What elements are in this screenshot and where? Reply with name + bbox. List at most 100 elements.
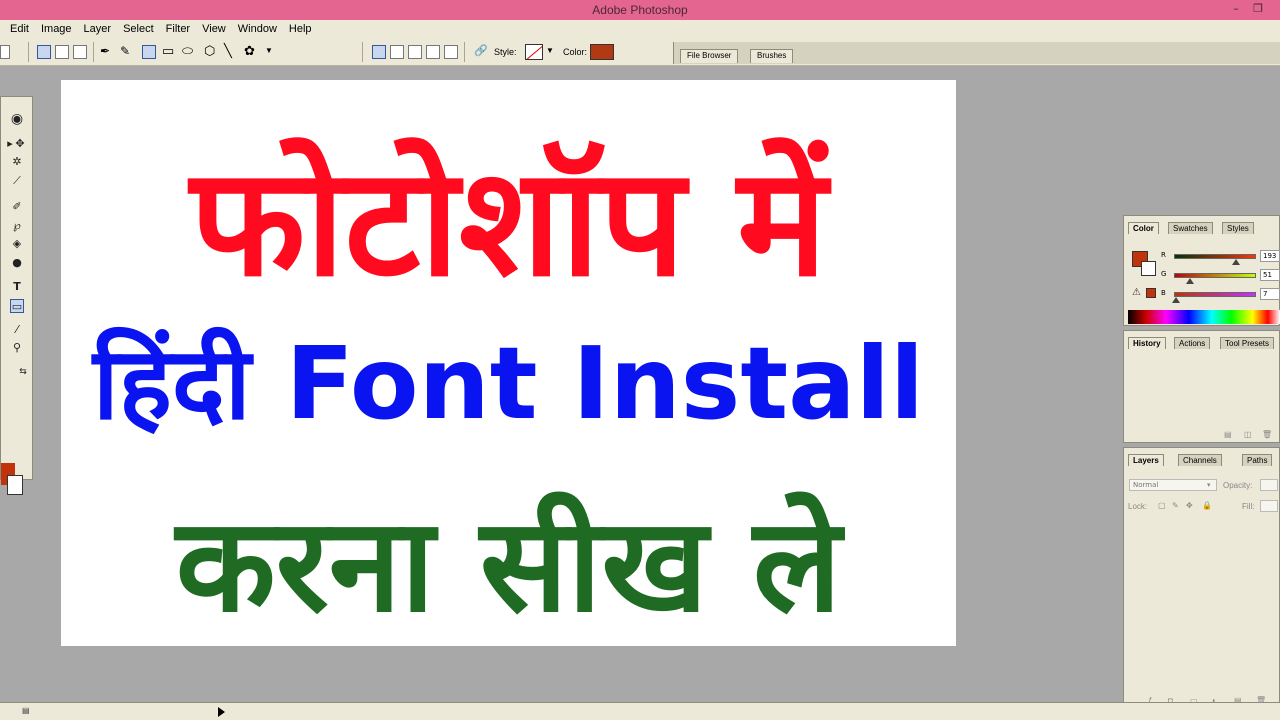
tab-channels[interactable]: Channels <box>1178 454 1222 466</box>
tool-preset-picker[interactable] <box>0 45 10 59</box>
adobe-online-icon[interactable]: ◉ <box>10 112 24 126</box>
status-menu-arrow-icon[interactable] <box>218 707 225 717</box>
history-palette: History Actions Tool Presets ▤ ◫ 🗑 <box>1123 330 1280 443</box>
custom-shape-icon[interactable]: ✿ <box>244 43 255 59</box>
history-palette-tabs: History Actions Tool Presets <box>1124 333 1280 349</box>
tab-layers[interactable]: Layers <box>1128 454 1164 466</box>
status-bar: ▤ <box>0 702 1280 720</box>
subtract-shape-icon[interactable] <box>408 45 422 59</box>
intersect-shape-icon[interactable] <box>426 45 440 59</box>
slider-thumb-icon[interactable] <box>1186 278 1195 284</box>
document-info-icon[interactable]: ▤ <box>22 706 30 715</box>
lock-image-icon[interactable]: ✎ <box>1172 501 1179 510</box>
opacity-label: Opacity: <box>1223 481 1253 490</box>
menu-filter[interactable]: Filter <box>166 23 190 35</box>
swap-colors-icon[interactable]: ⇆ <box>16 365 30 379</box>
lock-all-icon[interactable]: 🔒 <box>1202 501 1212 510</box>
slider-g[interactable]: G 51 <box>1124 269 1280 284</box>
lock-transparency-icon[interactable]: ▢ <box>1158 501 1166 510</box>
document-canvas[interactable]: फोटोशॉप में हिंदी Font Install करना सीख … <box>61 80 956 646</box>
divider <box>93 42 94 62</box>
channel-gradient-bar[interactable] <box>1174 254 1256 259</box>
freeform-pen-icon[interactable]: ✎ <box>120 44 130 58</box>
title-bar: Adobe Photoshop – ❐ <box>0 0 1280 20</box>
maximize-button[interactable]: ❐ <box>1252 3 1264 15</box>
divider <box>464 42 465 62</box>
palette-well: File Browser Brushes <box>673 42 1280 64</box>
headline-line-3: करना सीख ले <box>175 489 842 641</box>
layers-palette: Layers Channels Paths Normal ▾ Opacity: … <box>1123 447 1280 712</box>
menu-layer[interactable]: Layer <box>84 23 112 35</box>
eyedropper-icon[interactable]: ⁄ <box>10 323 24 337</box>
slider-thumb-icon[interactable] <box>1232 259 1241 265</box>
minimize-button[interactable]: – <box>1230 3 1242 15</box>
polygon-icon[interactable]: ⬡ <box>204 43 215 59</box>
type-tool-icon[interactable]: T <box>10 280 24 294</box>
add-to-shape-icon[interactable] <box>390 45 404 59</box>
menu-view[interactable]: View <box>202 23 226 35</box>
color-palette-tabs: Color Swatches Styles <box>1124 218 1280 234</box>
rectangle-shape-icon[interactable] <box>142 45 156 59</box>
slice-tool-icon[interactable]: ⟋ <box>10 174 24 188</box>
tab-actions[interactable]: Actions <box>1174 337 1211 349</box>
shape-layers-icon[interactable] <box>37 45 51 59</box>
slider-b[interactable]: B7 <box>1124 288 1280 303</box>
tab-color[interactable]: Color <box>1128 222 1159 234</box>
blend-mode-select[interactable]: Normal <box>1129 479 1217 491</box>
menu-image[interactable]: Image <box>41 23 72 35</box>
history-brush-icon[interactable]: ℘ <box>10 219 24 233</box>
tab-paths[interactable]: Paths <box>1242 454 1273 466</box>
tab-history[interactable]: History <box>1128 337 1166 349</box>
chevron-down-icon[interactable]: ▼ <box>265 46 273 55</box>
menu-edit[interactable]: Edit <box>10 23 29 35</box>
paint-bucket-icon[interactable]: ◈ <box>10 237 24 251</box>
channel-label: B <box>1161 289 1166 297</box>
ellipse-icon[interactable]: ⬭ <box>182 43 193 59</box>
create-new-shape-icon[interactable] <box>372 45 386 59</box>
pen-tool-icon[interactable]: ✒ <box>100 44 110 58</box>
paths-icon[interactable] <box>55 45 69 59</box>
move-tool-icon[interactable]: ✥ <box>13 137 27 151</box>
magic-wand-icon[interactable]: ✲ <box>10 155 24 169</box>
chevron-down-icon[interactable]: ▼ <box>546 46 554 55</box>
channel-value-field[interactable]: 193 <box>1260 250 1280 262</box>
channel-label: G <box>1161 270 1167 278</box>
tab-swatches[interactable]: Swatches <box>1168 222 1213 234</box>
new-document-icon[interactable]: ▤ <box>1224 430 1232 439</box>
line-tool-icon[interactable]: ╲ <box>224 43 232 59</box>
shape-tool-icon[interactable]: ▭ <box>10 299 24 313</box>
lock-label: Lock: <box>1128 502 1148 511</box>
tab-styles[interactable]: Styles <box>1222 222 1254 234</box>
chevron-down-icon[interactable]: ▾ <box>1207 481 1211 489</box>
channel-gradient-bar[interactable] <box>1174 292 1256 297</box>
delete-icon[interactable]: 🗑 <box>1262 430 1272 439</box>
menu-window[interactable]: Window <box>238 23 277 35</box>
fill-label: Fill: <box>1242 502 1255 511</box>
shape-color-swatch[interactable] <box>590 44 614 60</box>
fill-field[interactable] <box>1260 500 1278 512</box>
background-color-swatch[interactable] <box>7 475 23 495</box>
tab-brushes[interactable]: Brushes <box>750 49 794 63</box>
channel-value-field[interactable]: 7 <box>1260 288 1280 300</box>
brush-tool-icon[interactable]: ✐ <box>10 200 24 214</box>
fill-pixels-icon[interactable] <box>73 45 87 59</box>
color-ramp[interactable] <box>1128 310 1280 324</box>
link-icon[interactable]: 🔗 <box>474 44 488 57</box>
rounded-rectangle-icon[interactable]: ▭ <box>162 43 174 59</box>
opacity-field[interactable] <box>1260 479 1278 491</box>
tab-file-browser[interactable]: File Browser <box>680 49 739 63</box>
exclude-shape-icon[interactable] <box>444 45 458 59</box>
lock-position-icon[interactable]: ✥ <box>1186 501 1193 510</box>
slider-r[interactable]: R 193 <box>1124 250 1280 265</box>
channel-value-field[interactable]: 51 <box>1260 269 1280 281</box>
menu-help[interactable]: Help <box>289 23 312 35</box>
slider-thumb-icon[interactable] <box>1172 297 1181 303</box>
style-picker[interactable] <box>525 44 543 60</box>
sponge-tool-icon[interactable]: ● <box>10 256 24 270</box>
style-label: Style: <box>494 47 517 57</box>
layers-palette-tabs: Layers Channels Paths <box>1124 450 1280 466</box>
zoom-tool-icon[interactable]: ⚲ <box>10 341 24 355</box>
tab-tool-presets[interactable]: Tool Presets <box>1220 337 1275 349</box>
menu-select[interactable]: Select <box>123 23 154 35</box>
new-snapshot-icon[interactable]: ◫ <box>1244 430 1252 439</box>
